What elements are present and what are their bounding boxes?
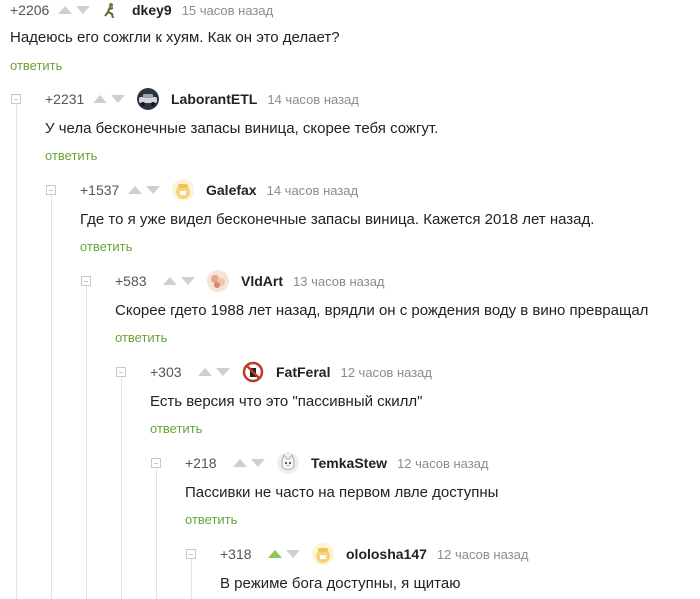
collapse-button[interactable]	[116, 367, 126, 377]
car-avatar[interactable]	[137, 88, 159, 110]
cat-avatar[interactable]	[277, 452, 299, 474]
upvote-icon[interactable]	[233, 459, 247, 467]
reply-link[interactable]: ответить	[80, 239, 132, 254]
comment-author[interactable]: ololosha147	[346, 546, 427, 562]
default-avatar[interactable]	[312, 543, 334, 565]
no-sign-avatar[interactable]	[242, 361, 264, 383]
upvote-icon[interactable]	[128, 186, 142, 194]
downvote-icon[interactable]	[216, 368, 230, 376]
floral-avatar[interactable]	[207, 270, 229, 292]
comment-text: В режиме бога доступны, я щитаю	[220, 575, 461, 592]
thread-line	[51, 194, 52, 599]
comment-rating: +2206	[10, 2, 50, 18]
comment-time[interactable]: 12 часов назад	[437, 547, 529, 562]
reply-link[interactable]: ответить	[185, 512, 237, 527]
default-avatar[interactable]	[172, 179, 194, 201]
thread-line	[86, 285, 87, 599]
runner-avatar[interactable]	[102, 0, 118, 21]
vote-buttons	[163, 277, 195, 285]
comment-time[interactable]: 14 часов назад	[267, 92, 359, 107]
upvote-icon[interactable]	[58, 6, 72, 14]
comment-header: +218 TemkaStew 12 часов назад	[151, 452, 489, 474]
comment-rating: +218	[185, 455, 217, 471]
comment-header: +583 VldArt 13 часов назад	[81, 270, 385, 292]
comment-author[interactable]: dkey9	[132, 2, 172, 18]
downvote-icon[interactable]	[181, 277, 195, 285]
comment-author[interactable]: Galefax	[206, 182, 257, 198]
comment-header: +303 FatFeral 12 часов назад	[116, 361, 432, 383]
downvote-icon[interactable]	[76, 6, 90, 14]
comment-rating: +583	[115, 273, 147, 289]
collapse-button[interactable]	[11, 94, 21, 104]
comment-text: Надеюсь его сожгли к хуям. Как он это де…	[10, 29, 340, 46]
comment-time[interactable]: 12 часов назад	[340, 365, 432, 380]
comment-time[interactable]: 13 часов назад	[293, 274, 385, 289]
comment-text: Пассивки не часто на первом лвле доступн…	[185, 484, 499, 501]
upvote-icon[interactable]	[163, 277, 177, 285]
upvote-icon[interactable]	[268, 550, 282, 558]
comment-header: +2231 LaborantETL 14 часов назад	[11, 88, 359, 110]
comment-header: +318 ololosha147 12 часов назад	[186, 543, 529, 565]
vote-buttons	[128, 186, 160, 194]
reply-link[interactable]: ответить	[115, 330, 167, 345]
vote-buttons	[93, 95, 125, 103]
comment-rating: +2231	[45, 91, 85, 107]
reply-link[interactable]: ответить	[45, 148, 97, 163]
comment-author[interactable]: VldArt	[241, 273, 283, 289]
vote-buttons	[198, 368, 230, 376]
downvote-icon[interactable]	[111, 95, 125, 103]
downvote-icon[interactable]	[251, 459, 265, 467]
comment-header: +1537 Galefax 14 часов назад	[46, 179, 359, 201]
upvote-icon[interactable]	[198, 368, 212, 376]
comment-time[interactable]: 14 часов назад	[267, 183, 359, 198]
comment-text: Где то я уже видел бесконечные запасы ви…	[80, 211, 595, 228]
comment-text: Есть версия что это "пассивный скилл"	[150, 393, 423, 410]
comment-author[interactable]: LaborantETL	[171, 91, 257, 107]
downvote-icon[interactable]	[286, 550, 300, 558]
downvote-icon[interactable]	[146, 186, 160, 194]
comment-rating: +318	[220, 546, 252, 562]
thread-line	[191, 558, 192, 599]
comment-text: Скорее гдето 1988 лет назад, врядли он с…	[115, 302, 649, 319]
vote-buttons	[268, 550, 300, 558]
comment-rating: +1537	[80, 182, 120, 198]
collapse-button[interactable]	[186, 549, 196, 559]
reply-link[interactable]: ответить	[150, 421, 202, 436]
comment-time[interactable]: 15 часов назад	[182, 3, 274, 18]
upvote-icon[interactable]	[93, 95, 107, 103]
comment-author[interactable]: TemkaStew	[311, 455, 387, 471]
vote-buttons	[233, 459, 265, 467]
comment-rating: +303	[150, 364, 182, 380]
reply-link[interactable]: ответить	[10, 58, 62, 73]
comment-time[interactable]: 12 часов назад	[397, 456, 489, 471]
thread-line	[16, 104, 17, 599]
collapse-button[interactable]	[46, 185, 56, 195]
thread-line	[121, 376, 122, 599]
thread-line	[156, 467, 157, 599]
vote-buttons	[58, 6, 90, 14]
comment-text: У чела бесконечные запасы виница, скорее…	[45, 120, 439, 137]
comment-header: +2206 dkey9 15 часов назад	[10, 0, 274, 21]
collapse-button[interactable]	[151, 458, 161, 468]
comment-author[interactable]: FatFeral	[276, 364, 330, 380]
collapse-button[interactable]	[81, 276, 91, 286]
